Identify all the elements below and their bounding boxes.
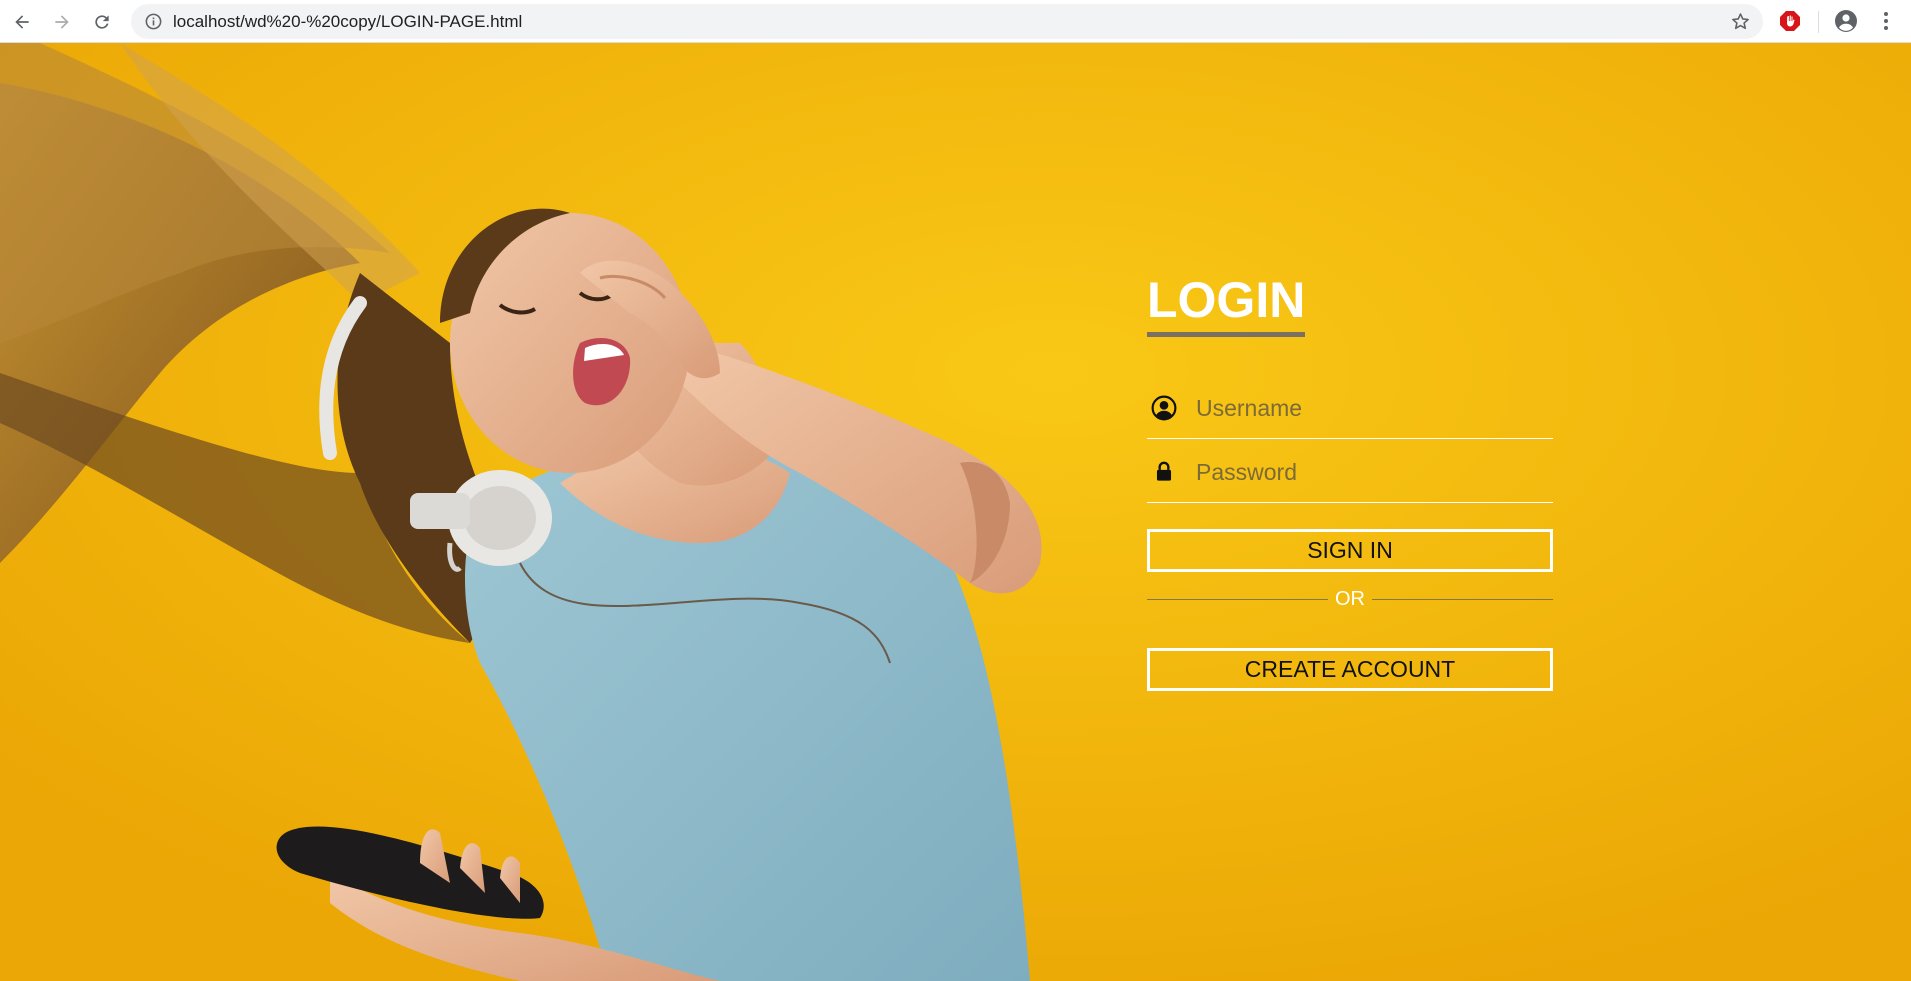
username-input[interactable] xyxy=(1194,387,1548,429)
title-underline xyxy=(1147,332,1305,337)
star-icon[interactable] xyxy=(1730,11,1751,32)
address-bar[interactable]: localhost/wd%20-%20copy/LOGIN-PAGE.html xyxy=(131,4,1763,39)
lock-icon xyxy=(1156,461,1172,481)
adblock-stop-icon[interactable] xyxy=(1778,9,1802,33)
login-title: LOGIN xyxy=(1147,272,1306,328)
username-field[interactable] xyxy=(1147,375,1553,439)
password-input[interactable] xyxy=(1194,451,1548,493)
or-divider: OR xyxy=(1147,582,1553,616)
info-circle-icon[interactable] xyxy=(144,12,163,31)
sign-in-button[interactable]: SIGN IN xyxy=(1147,529,1553,572)
create-account-button[interactable]: CREATE ACCOUNT xyxy=(1147,648,1553,691)
account-circle-icon[interactable] xyxy=(1834,9,1858,33)
reload-button[interactable] xyxy=(88,8,116,36)
hero-background-image xyxy=(0,43,1911,981)
toolbar-divider xyxy=(1818,11,1819,33)
back-button[interactable] xyxy=(8,8,36,36)
arrow-right-icon xyxy=(55,15,69,29)
arrow-left-icon xyxy=(15,15,29,29)
user-circle-icon xyxy=(1151,395,1177,421)
forward-button[interactable] xyxy=(48,8,76,36)
url-text[interactable]: localhost/wd%20-%20copy/LOGIN-PAGE.html xyxy=(173,4,522,39)
login-page: LOGIN SIGN IN OR CREATE ACCOUNT xyxy=(0,43,1911,981)
browser-toolbar: localhost/wd%20-%20copy/LOGIN-PAGE.html xyxy=(0,0,1911,43)
divider-line-right xyxy=(1372,599,1553,600)
password-field[interactable] xyxy=(1147,439,1553,503)
kebab-menu-icon[interactable] xyxy=(1874,9,1898,33)
login-panel: LOGIN SIGN IN OR CREATE ACCOUNT xyxy=(1147,271,1553,691)
reload-icon xyxy=(95,15,109,29)
